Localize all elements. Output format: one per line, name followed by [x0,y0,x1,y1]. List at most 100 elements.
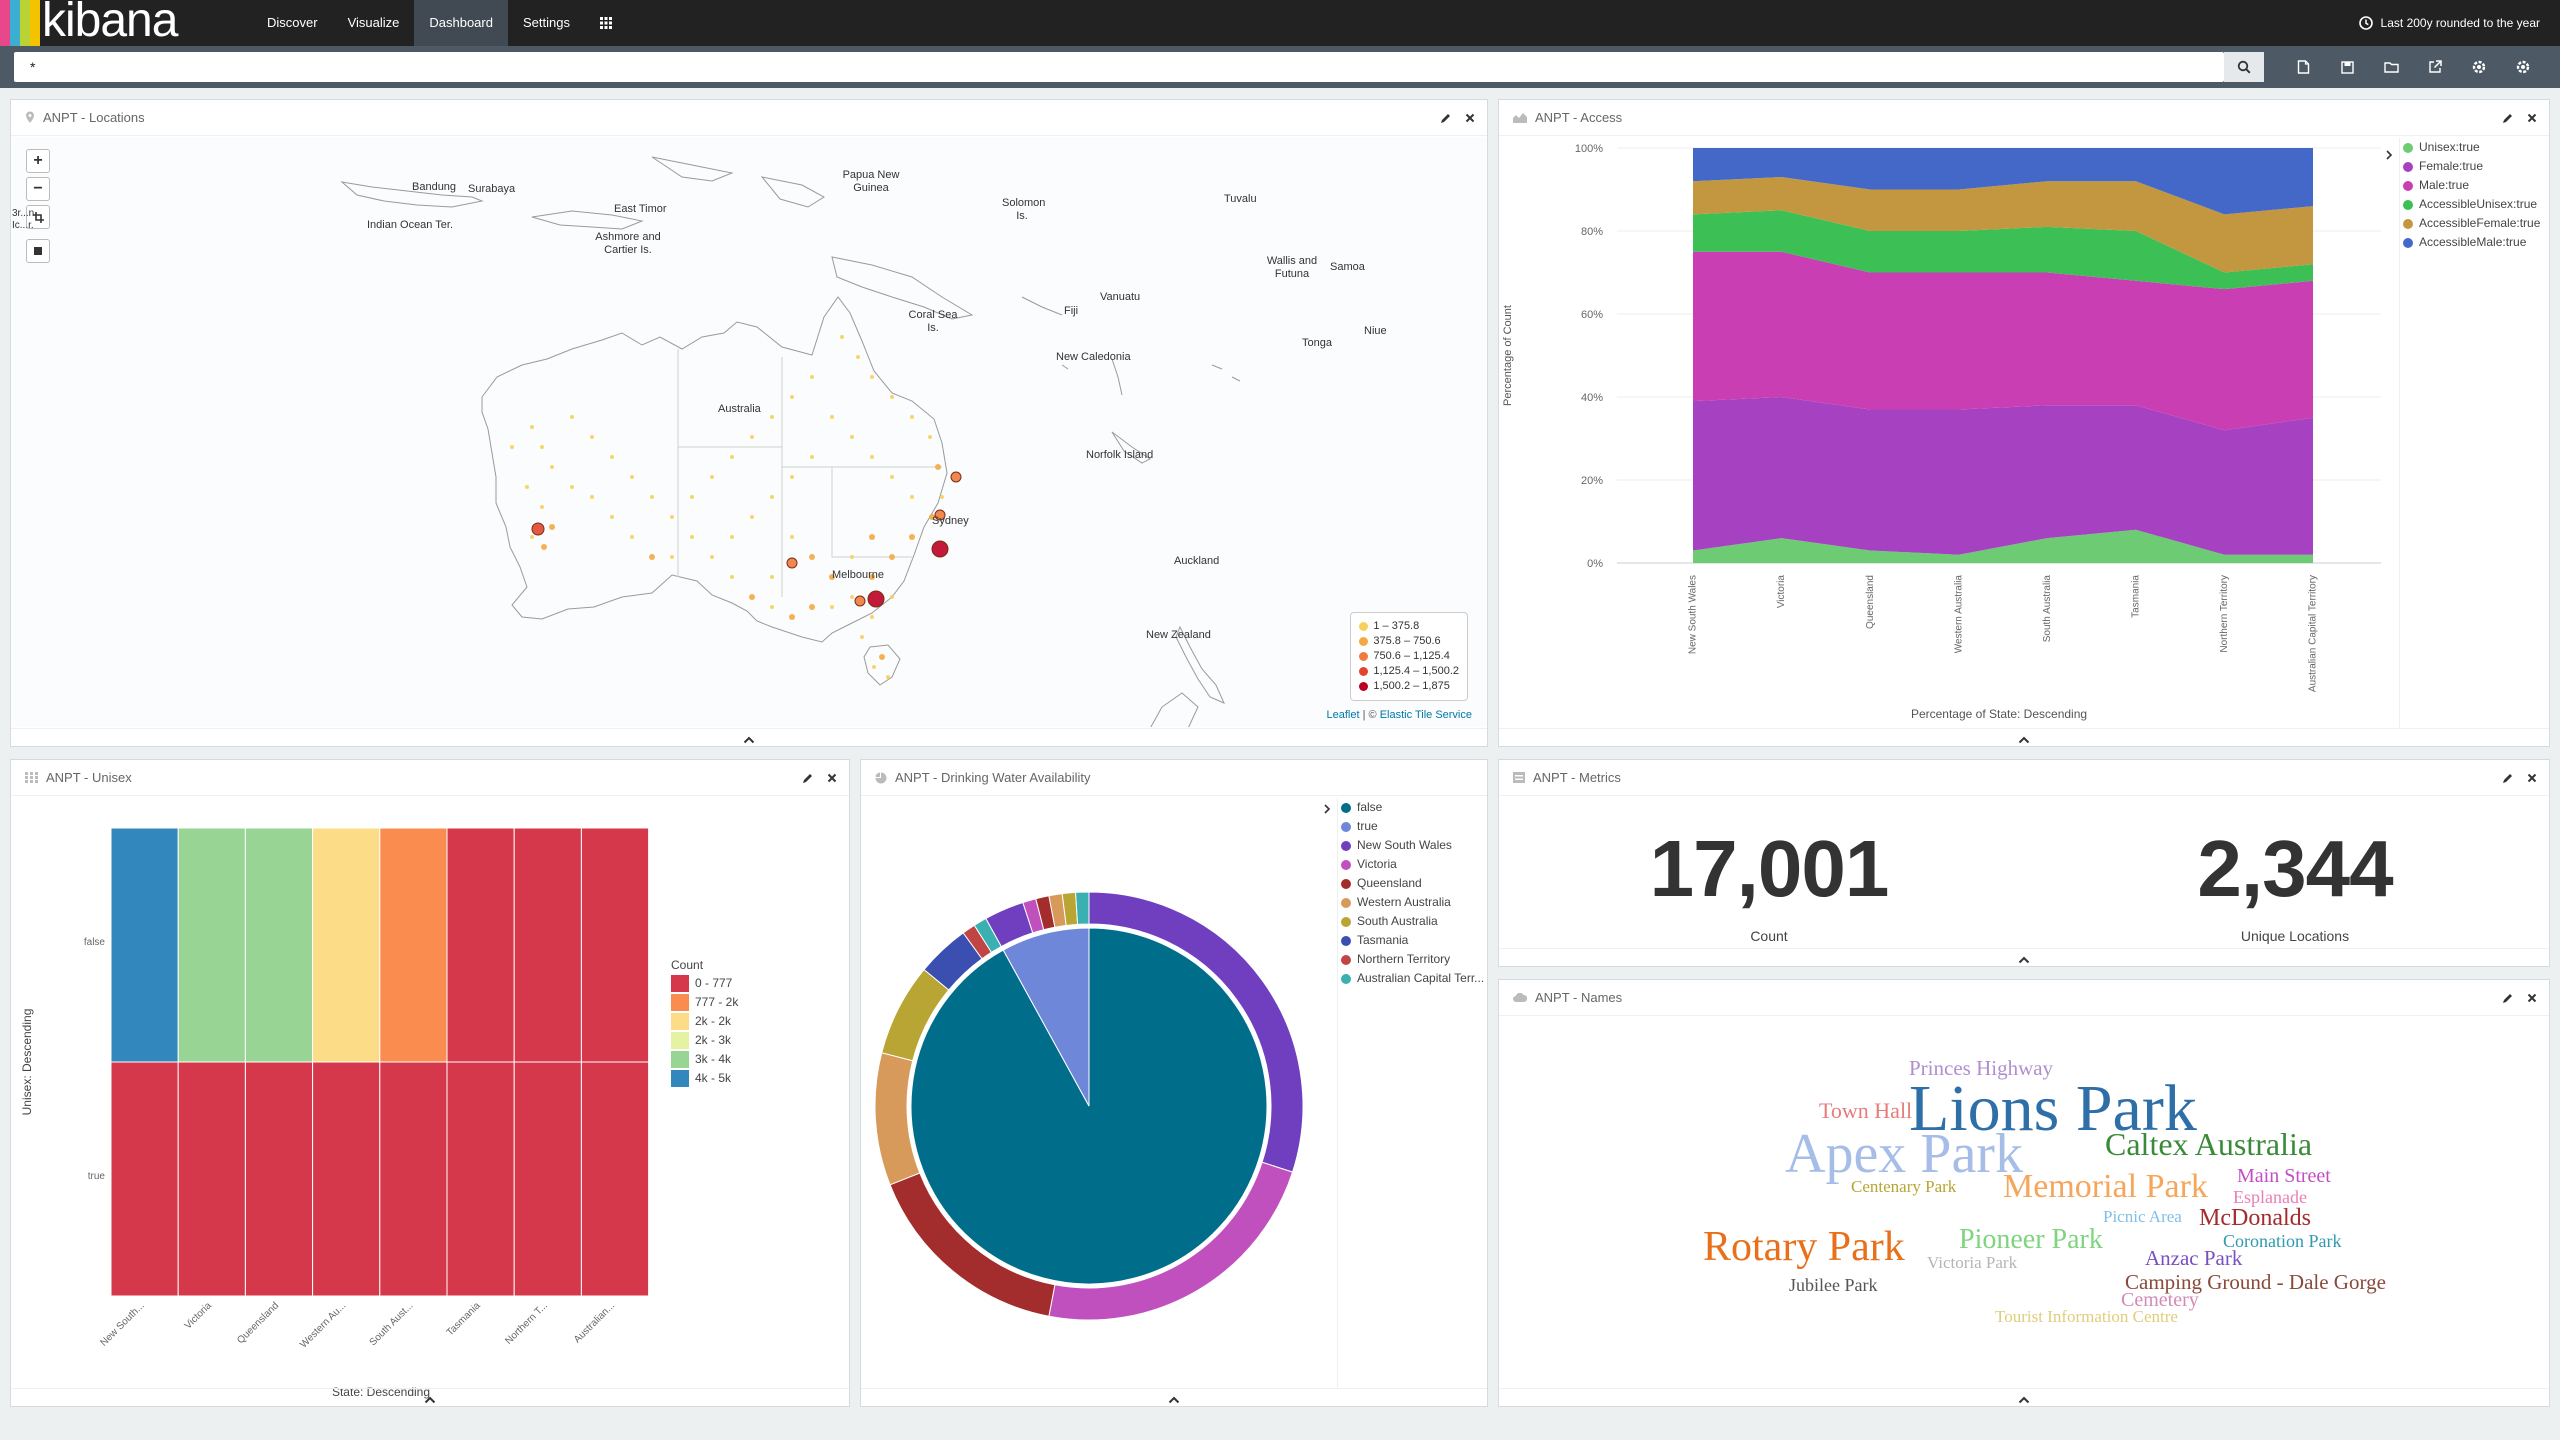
y-tick-label: 20% [1581,475,1603,487]
panel-footer [1499,1388,2549,1406]
legend-toggle[interactable] [1323,804,1331,814]
legend-item[interactable]: Tasmania [1341,931,1484,950]
close-icon[interactable] [2527,993,2537,1003]
tab-visualize[interactable]: Visualize [333,0,415,46]
new-dashboard-icon[interactable] [2284,52,2322,82]
legend-item[interactable]: Western Australia [1341,893,1484,912]
zoom-out-button[interactable]: − [26,177,50,201]
legend-item[interactable]: AccessibleFemale:true [2403,214,2540,233]
tag-word[interactable]: Town Hall [1819,1100,1912,1122]
close-icon[interactable] [1465,113,1475,123]
tag-word[interactable]: Picnic Area [2103,1208,2182,1225]
close-icon[interactable] [2527,113,2537,123]
y-tick-label: true [88,1171,106,1182]
legend-item[interactable]: AccessibleMale:true [2403,233,2540,252]
tag-word[interactable]: Victoria Park [1927,1254,2017,1271]
chevron-up-icon[interactable] [424,1396,436,1404]
legend-toggle[interactable] [2385,150,2393,160]
edit-pencil-icon[interactable] [2502,993,2513,1004]
legend-item[interactable]: true [1341,817,1484,836]
legend-item[interactable]: Victoria [1341,855,1484,874]
map-hexbin-point [749,594,755,600]
kibana-logo[interactable]: kibana [42,0,178,45]
water-pie-chart [874,891,1304,1321]
map-hexbin-point [910,415,914,419]
legend-label: South Australia [1357,914,1438,928]
tag-word[interactable]: McDonalds [2199,1206,2311,1230]
map-canvas[interactable]: + − 3r...n Ic...r. Bandung Surabaya Indi… [12,137,1486,727]
legend-item[interactable]: 4k - 5k [671,1069,738,1088]
metric-value: 17,001 [1649,824,1890,913]
chevron-up-icon[interactable] [2018,1396,2030,1404]
map-marker-icon [25,111,35,124]
tag-word[interactable]: Apex Park [1785,1126,2023,1182]
legend-item[interactable]: Female:true [2403,157,2540,176]
map-hexbin-point [550,465,554,469]
map-hexbin-point [525,485,529,489]
legend-item[interactable]: New South Wales [1341,836,1484,855]
tab-discover[interactable]: Discover [252,0,333,46]
zoom-in-button[interactable]: + [26,149,50,173]
tab-settings[interactable]: Settings [508,0,585,46]
chevron-up-icon[interactable] [2018,736,2030,744]
tile-service-link[interactable]: Elastic Tile Service [1380,709,1472,721]
chevron-up-icon[interactable] [1168,1396,1180,1404]
edit-pencil-icon[interactable] [2502,773,2513,784]
tag-word[interactable]: Memorial Park [2003,1170,2208,1204]
map-hexbin-point [870,455,874,459]
legend-item[interactable]: 3k - 4k [671,1050,738,1069]
heatmap-cell [446,827,515,1063]
chevron-up-icon[interactable] [2018,956,2030,964]
legend-item[interactable]: AccessibleUnisex:true [2403,195,2540,214]
legend-item[interactable]: South Australia [1341,912,1484,931]
legend-item[interactable]: false [1341,798,1484,817]
tag-word[interactable]: Anzac Park [2145,1248,2242,1269]
legend-label: 1 – 375.8 [1373,620,1420,632]
fit-bounds-icon[interactable] [26,239,50,263]
search-input[interactable] [14,52,2224,82]
legend-swatch [1341,973,1351,984]
edit-pencil-icon[interactable] [802,773,813,784]
leaflet-link[interactable]: Leaflet [1327,709,1360,721]
time-picker[interactable]: Last 200y rounded to the year [2358,0,2540,46]
x-tick-label: Tasmania [2130,575,2141,618]
settings-icon[interactable] [2504,52,2542,82]
legend-item[interactable]: Male:true [2403,176,2540,195]
tag-word[interactable]: Caltex Australia [2105,1128,2312,1160]
grid-icon[interactable] [585,0,627,46]
tab-dashboard[interactable]: Dashboard [414,0,508,46]
save-icon[interactable] [2328,52,2366,82]
share-icon[interactable] [2416,52,2454,82]
edit-pencil-icon[interactable] [1440,113,1451,124]
tag-word[interactable]: Tourist Information Centre [1995,1308,2178,1325]
tag-word[interactable]: Main Street [2237,1166,2331,1186]
legend-item[interactable]: Queensland [1341,874,1484,893]
map-hexbin-point [869,534,875,540]
legend-item[interactable]: 2k - 2k [671,1012,738,1031]
tag-word[interactable]: Rotary Park [1703,1226,1905,1268]
tag-word[interactable]: Esplanade [2233,1188,2307,1206]
search-button[interactable] [2224,52,2264,82]
legend-item[interactable]: 0 - 777 [671,974,738,993]
tag-word[interactable]: Centenary Park [1851,1178,1956,1195]
chevron-up-icon[interactable] [743,736,755,744]
legend-item[interactable]: 777 - 2k [671,993,738,1012]
close-icon[interactable] [2527,773,2537,783]
edit-pencil-icon[interactable] [2502,113,2513,124]
open-icon[interactable] [2372,52,2410,82]
panel-header: ANPT - Access [1499,100,2549,136]
legend-swatch [2403,180,2413,191]
tag-word[interactable]: Jubilee Park [1789,1276,1877,1294]
tag-word[interactable]: Pioneer Park [1959,1226,2103,1254]
close-icon[interactable] [827,773,837,783]
map-hexbin-point [590,435,594,439]
legend-item[interactable]: Unisex:true [2403,138,2540,157]
dashboard-toolbar [2284,52,2542,82]
legend-item[interactable]: 2k - 3k [671,1031,738,1050]
options-icon[interactable] [2460,52,2498,82]
legend-item[interactable]: Northern Territory [1341,950,1484,969]
legend-item: 375.8 – 750.6 [1359,634,1459,649]
map-label: Tuvalu [1224,193,1257,205]
legend-item[interactable]: Australian Capital Terr... [1341,969,1484,988]
legend-item: 1,500.2 – 1,875 [1359,679,1459,694]
